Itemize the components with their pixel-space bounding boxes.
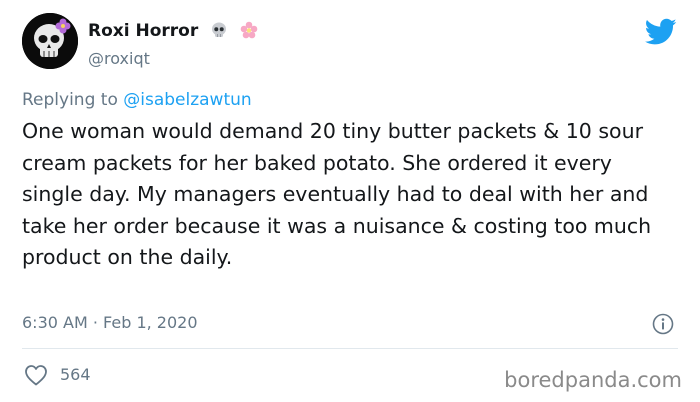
replying-prefix: Replying to xyxy=(22,90,124,110)
heart-icon[interactable] xyxy=(24,364,48,386)
reply-mention-link[interactable]: @isabelzawtun xyxy=(123,90,251,110)
divider xyxy=(22,348,678,349)
avatar[interactable] xyxy=(22,13,78,69)
info-icon[interactable] xyxy=(652,313,674,335)
skull-avatar-icon xyxy=(22,13,78,69)
tweet-timestamp[interactable]: 6:30 AM · Feb 1, 2020 xyxy=(22,313,198,332)
like-count: 564 xyxy=(60,365,91,384)
cherry-blossom-icon xyxy=(240,21,258,44)
author-handle[interactable]: @roxiqt xyxy=(88,49,150,68)
author-name[interactable]: Roxi Horror xyxy=(88,21,258,44)
skull-icon xyxy=(210,21,228,44)
author-display-name: Roxi Horror xyxy=(88,21,199,41)
tweet-text: One woman would demand 20 tiny butter pa… xyxy=(22,119,652,269)
watermark: boredpanda.com xyxy=(504,368,682,392)
replying-to: Replying to @isabelzawtun xyxy=(22,90,252,110)
twitter-bird-icon[interactable] xyxy=(645,18,677,46)
